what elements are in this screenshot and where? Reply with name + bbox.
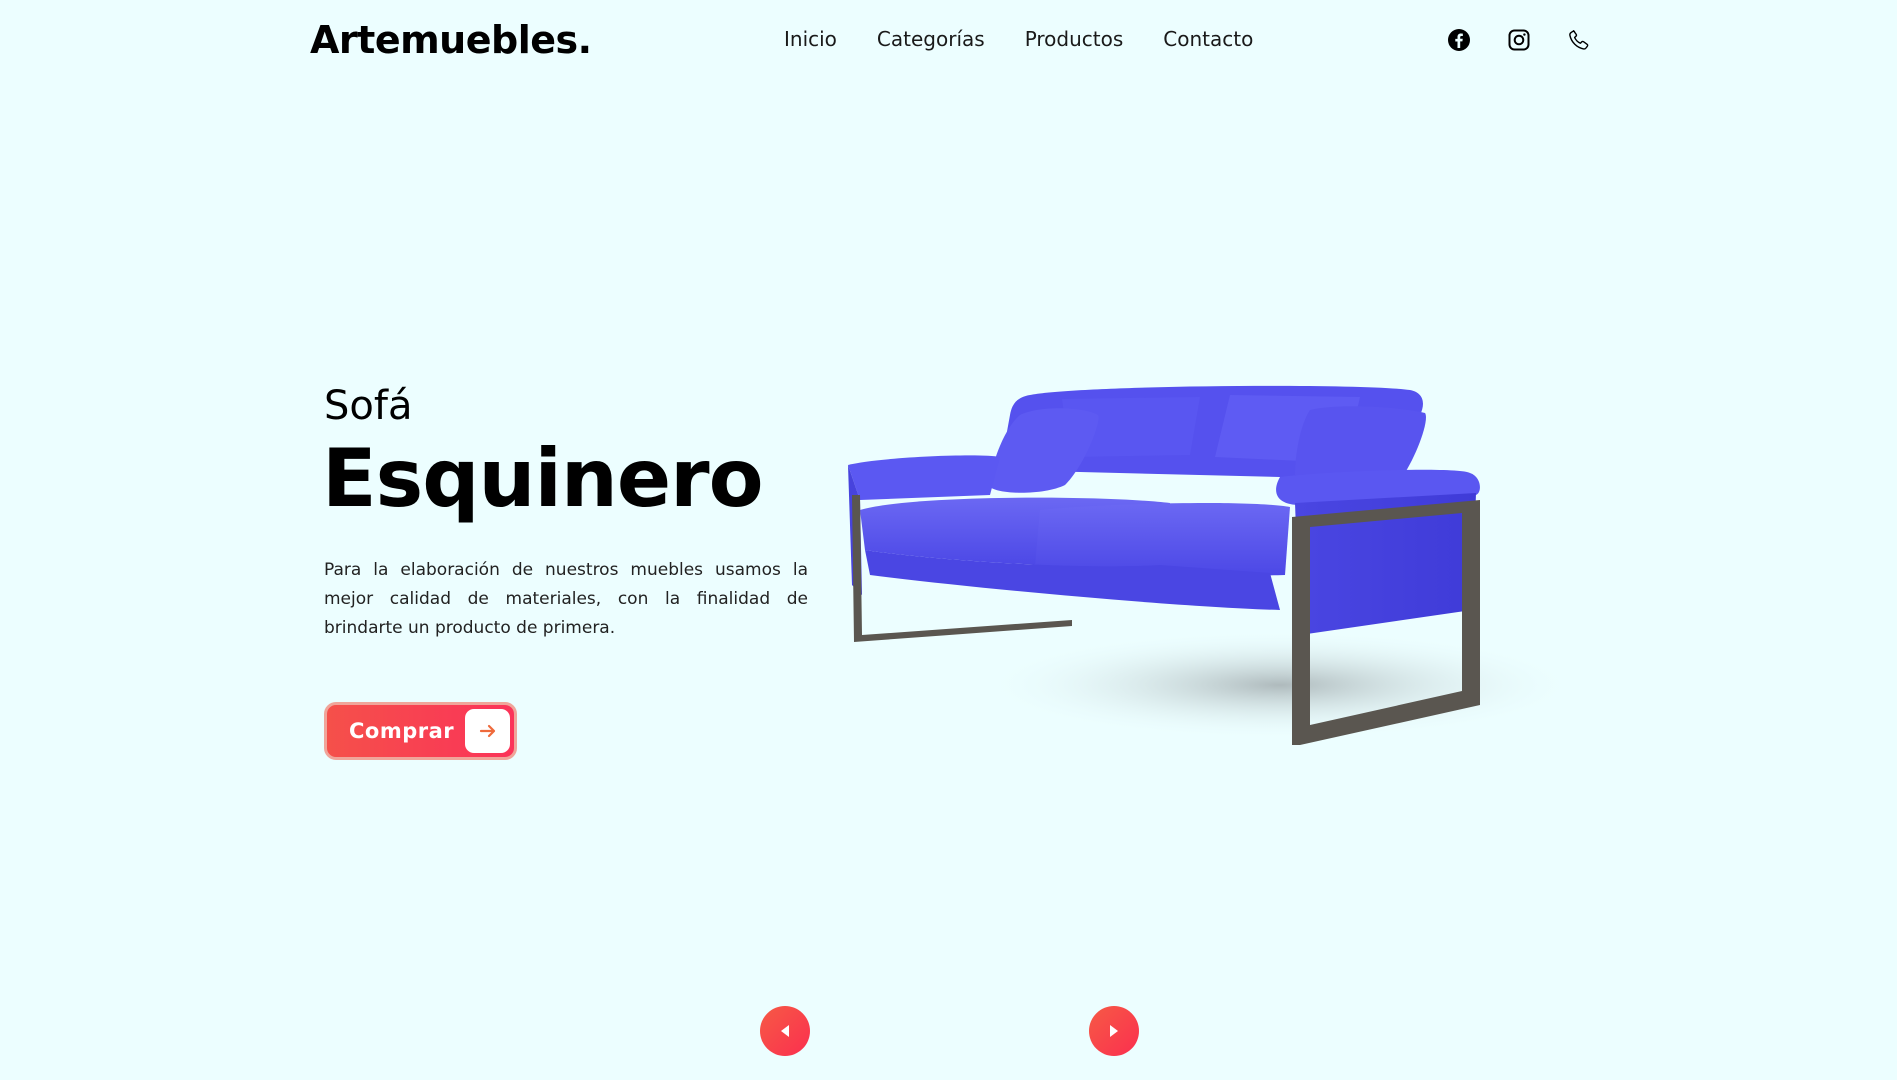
arrow-right-icon bbox=[465, 709, 510, 753]
main-nav: Inicio Categorías Productos Contacto bbox=[784, 27, 1253, 51]
facebook-icon[interactable] bbox=[1447, 28, 1471, 52]
instagram-icon[interactable] bbox=[1507, 28, 1531, 52]
phone-icon[interactable] bbox=[1567, 28, 1591, 52]
hero-subtitle: Sofá bbox=[324, 383, 413, 429]
nav-item-categorias[interactable]: Categorías bbox=[877, 27, 985, 51]
caret-left-icon bbox=[781, 1025, 789, 1037]
buy-button-label: Comprar bbox=[349, 719, 455, 743]
caret-right-icon bbox=[1110, 1025, 1118, 1037]
slider-prev-button[interactable] bbox=[760, 1006, 810, 1056]
brand-logo[interactable]: Artemuebles. bbox=[310, 18, 592, 62]
nav-item-productos[interactable]: Productos bbox=[1025, 27, 1124, 51]
hero-title: Esquinero bbox=[322, 432, 764, 525]
slider-next-button[interactable] bbox=[1089, 1006, 1139, 1056]
buy-button[interactable]: Comprar bbox=[324, 702, 517, 760]
hero-description: Para la elaboración de nuestros muebles … bbox=[324, 560, 808, 638]
nav-item-contacto[interactable]: Contacto bbox=[1163, 27, 1253, 51]
social-links bbox=[1447, 28, 1591, 52]
nav-item-inicio[interactable]: Inicio bbox=[784, 27, 837, 51]
product-image-sofa bbox=[848, 385, 1580, 745]
